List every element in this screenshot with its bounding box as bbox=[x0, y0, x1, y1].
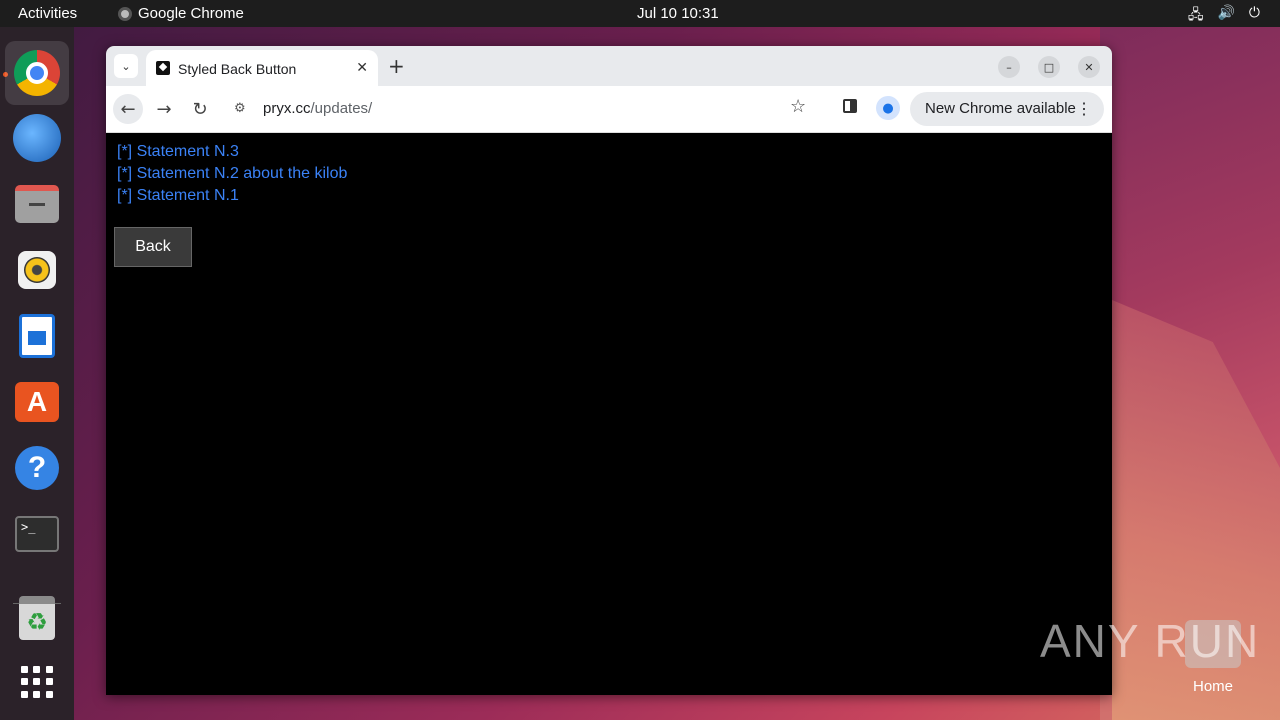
url-text: pryx.cc/updates/ bbox=[263, 100, 372, 117]
dock-chrome[interactable] bbox=[5, 41, 69, 105]
anyrun-watermark: ANY RUN bbox=[1040, 615, 1261, 667]
volume-icon: 🔊 bbox=[1217, 4, 1235, 20]
terminal-icon: >_ bbox=[15, 516, 59, 552]
chrome-window: ⌄ Styled Back Button ✕ + – □ ✕ ← → ↻ ⚙ p… bbox=[106, 46, 1112, 695]
clock[interactable]: Jul 10 10:31 bbox=[637, 5, 719, 22]
writer-icon bbox=[19, 314, 55, 358]
tab-search-button[interactable]: ⌄ bbox=[114, 54, 138, 78]
trash-icon: ♻ bbox=[19, 596, 55, 640]
tab-styled-back-button[interactable]: Styled Back Button ✕ bbox=[146, 50, 378, 86]
statement-link[interactable]: [*] Statement N.1 bbox=[117, 187, 239, 205]
site-info-icon[interactable]: ⚙ bbox=[234, 101, 246, 116]
tab-close-icon[interactable]: ✕ bbox=[356, 59, 368, 76]
dock-thunderbird[interactable] bbox=[12, 113, 62, 163]
dock-help[interactable]: ? bbox=[12, 443, 62, 493]
back-button[interactable]: Back bbox=[114, 227, 192, 267]
app-menu[interactable]: Google Chrome bbox=[118, 5, 244, 22]
dock-rhythmbox[interactable] bbox=[12, 245, 62, 295]
profile-icon[interactable]: ● bbox=[876, 96, 900, 120]
tab-title: Styled Back Button bbox=[178, 61, 297, 77]
forward-nav-button[interactable]: → bbox=[151, 96, 177, 122]
dock-terminal[interactable]: >_ bbox=[12, 509, 62, 559]
app-center-icon: A bbox=[15, 382, 59, 422]
system-tray[interactable]: 🖧 🔊 ⏻ bbox=[1188, 4, 1260, 28]
browser-toolbar: ← → ↻ ⚙ pryx.cc/updates/ ☆ ● New Chrome … bbox=[106, 86, 1112, 133]
url-host: pryx.cc bbox=[263, 100, 311, 117]
chrome-small-icon bbox=[118, 6, 132, 21]
dock-trash[interactable]: ♻ bbox=[12, 593, 62, 643]
show-apps-button[interactable] bbox=[12, 657, 62, 707]
page-content: [*] Statement N.3 [*] Statement N.2 abou… bbox=[106, 133, 1112, 695]
url-path: /updates/ bbox=[310, 100, 373, 117]
grid-icon bbox=[21, 666, 53, 698]
power-icon: ⏻ bbox=[1248, 4, 1260, 20]
maximize-button[interactable]: □ bbox=[1038, 56, 1060, 78]
tab-strip: ⌄ Styled Back Button ✕ + – □ ✕ bbox=[106, 46, 1112, 86]
bookmark-star-icon[interactable]: ☆ bbox=[790, 96, 806, 117]
back-nav-button[interactable]: ← bbox=[113, 94, 143, 124]
update-label: New Chrome available bbox=[925, 100, 1076, 117]
dock-app-center[interactable]: A bbox=[12, 377, 62, 427]
app-name: Google Chrome bbox=[138, 5, 244, 22]
files-icon bbox=[15, 185, 59, 223]
more-menu-icon[interactable]: ⋮ bbox=[1076, 99, 1092, 119]
statement-link[interactable]: [*] Statement N.3 bbox=[117, 143, 239, 161]
dock-files[interactable] bbox=[12, 179, 62, 229]
home-label[interactable]: Home bbox=[1193, 678, 1233, 695]
rhythmbox-icon bbox=[18, 251, 56, 289]
dock: A ? >_ ♻ bbox=[0, 27, 74, 720]
close-window-button[interactable]: ✕ bbox=[1078, 56, 1100, 78]
new-tab-button[interactable]: + bbox=[388, 54, 405, 78]
help-icon: ? bbox=[15, 446, 59, 490]
dock-writer[interactable] bbox=[12, 311, 62, 361]
chrome-update-button[interactable]: New Chrome available ⋮ bbox=[910, 92, 1104, 126]
network-icon: 🖧 bbox=[1187, 6, 1204, 22]
chrome-icon bbox=[14, 50, 60, 96]
statement-link[interactable]: [*] Statement N.2 about the kilob bbox=[117, 165, 347, 183]
activities-button[interactable]: Activities bbox=[18, 5, 77, 22]
favicon-icon bbox=[156, 61, 170, 75]
reload-button[interactable]: ↻ bbox=[187, 96, 213, 122]
side-panel-icon[interactable] bbox=[843, 99, 857, 113]
top-bar: Activities Google Chrome Jul 10 10:31 🖧 … bbox=[0, 0, 1280, 27]
thunderbird-icon bbox=[13, 114, 61, 162]
address-bar[interactable]: ⚙ pryx.cc/updates/ bbox=[224, 93, 824, 125]
minimize-button[interactable]: – bbox=[998, 56, 1020, 78]
